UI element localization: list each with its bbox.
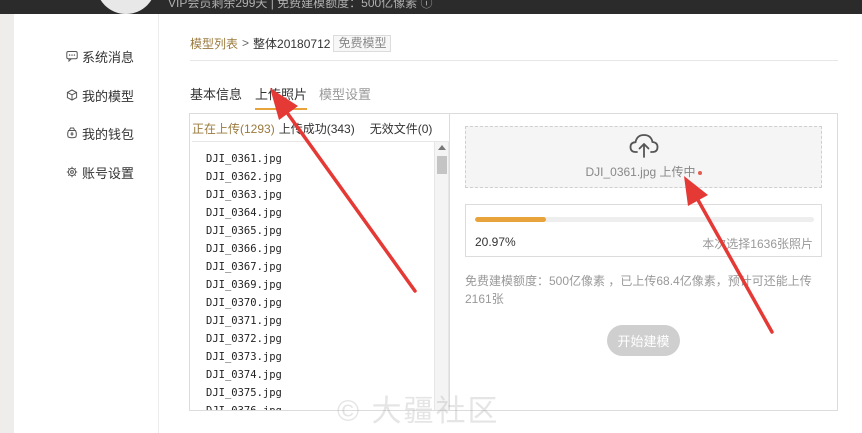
sidebar-item-label: 系统消息 bbox=[82, 49, 135, 65]
progress-box: 20.97% 本次选择1636张照片 bbox=[465, 204, 822, 257]
file-list-item: DJI_0371.jpg bbox=[206, 315, 282, 327]
sidebar-item-label: 我的模型 bbox=[82, 88, 135, 104]
wallet-icon bbox=[66, 127, 78, 139]
file-list-scrollbar[interactable] bbox=[434, 142, 448, 410]
file-list-item: DJI_0369.jpg bbox=[206, 279, 282, 291]
quota-note: 免费建模额度：500亿像素 ，已上传68.4亿像素，预计可还能上传2161张 bbox=[465, 274, 812, 306]
message-icon bbox=[66, 50, 78, 62]
upload-drop-zone[interactable]: DJI_0361.jpg 上传中 bbox=[465, 126, 822, 188]
cloud-upload-icon bbox=[629, 133, 659, 159]
breadcrumb: 模型列表 > 整体20180712 免费模型 bbox=[190, 34, 392, 52]
upload-status-line: DJI_0361.jpg 上传中 bbox=[466, 163, 821, 180]
upload-status-panel: DJI_0361.jpg 上传中 20.97% 本次选择1636张照片 免费建模… bbox=[449, 113, 838, 411]
start-modeling-button[interactable]: 开始建模 bbox=[607, 325, 680, 356]
uploading-dot-icon bbox=[697, 170, 702, 175]
cube-icon bbox=[66, 89, 78, 101]
upload-progress-bar bbox=[475, 217, 814, 222]
top-banner: VIP会员剩余299天 | 免费建模额度：500亿像素 ⓘ bbox=[0, 0, 862, 14]
upload-filters: 正在上传(1293) 上传成功(343) 无效文件(0) bbox=[192, 120, 432, 137]
filter-uploading[interactable]: 正在上传(1293) bbox=[192, 120, 275, 137]
progress-percent: 20.97% bbox=[475, 235, 516, 249]
vip-status-text: VIP会员剩余299天 | 免费建模额度：500亿像素 ⓘ bbox=[168, 0, 433, 10]
file-list-item: DJI_0366.jpg bbox=[206, 243, 282, 255]
file-list-item: DJI_0375.jpg bbox=[206, 387, 282, 399]
tab-basic-info[interactable]: 基本信息 bbox=[190, 84, 242, 103]
file-list-item: DJI_0363.jpg bbox=[206, 189, 282, 201]
sidebar-item-label: 账号设置 bbox=[82, 165, 135, 181]
file-list-item: DJI_0364.jpg bbox=[206, 207, 282, 219]
tab-upload-photos[interactable]: 上传照片 bbox=[255, 84, 308, 110]
file-list-item: DJI_0361.jpg bbox=[206, 153, 282, 165]
gear-icon bbox=[66, 166, 78, 178]
filter-invalid-files[interactable]: 无效文件(0) bbox=[370, 120, 433, 137]
sidebar-item-label: 我的钱包 bbox=[82, 126, 135, 142]
scroll-up-arrow-icon[interactable] bbox=[438, 145, 446, 150]
sidebar: 系统消息 我的模型 我的钱包 账号设置 bbox=[14, 14, 159, 433]
file-list-item: DJI_0373.jpg bbox=[206, 351, 282, 363]
file-list-item: DJI_0372.jpg bbox=[206, 333, 282, 345]
file-list-item: DJI_0365.jpg bbox=[206, 225, 282, 237]
free-model-badge: 免费模型 bbox=[333, 34, 392, 52]
scrollbar-thumb[interactable] bbox=[437, 156, 447, 174]
sidebar-item-messages[interactable]: 系统消息 bbox=[66, 46, 134, 66]
file-list-item: DJI_0376.jpg bbox=[206, 402, 282, 410]
file-list-item: DJI_0367.jpg bbox=[206, 261, 282, 273]
file-list: DJI_0361.jpg DJI_0362.jpg DJI_0363.jpg DJI_… bbox=[206, 150, 282, 410]
avatar[interactable] bbox=[96, 0, 156, 14]
selected-photo-count: 本次选择1636张照片 bbox=[702, 237, 813, 251]
upload-status-text: DJI_0361.jpg 上传中 bbox=[585, 165, 696, 179]
breadcrumb-current: 整体20180712 bbox=[253, 36, 331, 51]
breadcrumb-model-list-link[interactable]: 模型列表 bbox=[190, 35, 238, 52]
sidebar-item-account-settings[interactable]: 账号设置 bbox=[66, 162, 134, 182]
file-list-panel: 正在上传(1293) 上传成功(343) 无效文件(0) DJI_0361.jp… bbox=[189, 113, 450, 411]
file-list-item: DJI_0362.jpg bbox=[206, 171, 282, 183]
watermark: © 大疆社区 bbox=[337, 395, 500, 428]
sidebar-item-models[interactable]: 我的模型 bbox=[66, 85, 134, 105]
breadcrumb-separator: > bbox=[242, 36, 250, 50]
filter-upload-success[interactable]: 上传成功(343) bbox=[279, 120, 355, 137]
file-list-box: DJI_0361.jpg DJI_0362.jpg DJI_0363.jpg DJI_… bbox=[192, 141, 449, 410]
sidebar-item-wallet[interactable]: 我的钱包 bbox=[66, 123, 134, 143]
upload-progress-fill bbox=[475, 217, 547, 222]
file-list-item: DJI_0374.jpg bbox=[206, 369, 282, 381]
breadcrumb-divider bbox=[190, 60, 838, 61]
file-list-item: DJI_0370.jpg bbox=[206, 297, 282, 309]
tab-model-settings[interactable]: 模型设置 bbox=[319, 84, 371, 103]
page-margin bbox=[0, 14, 14, 433]
